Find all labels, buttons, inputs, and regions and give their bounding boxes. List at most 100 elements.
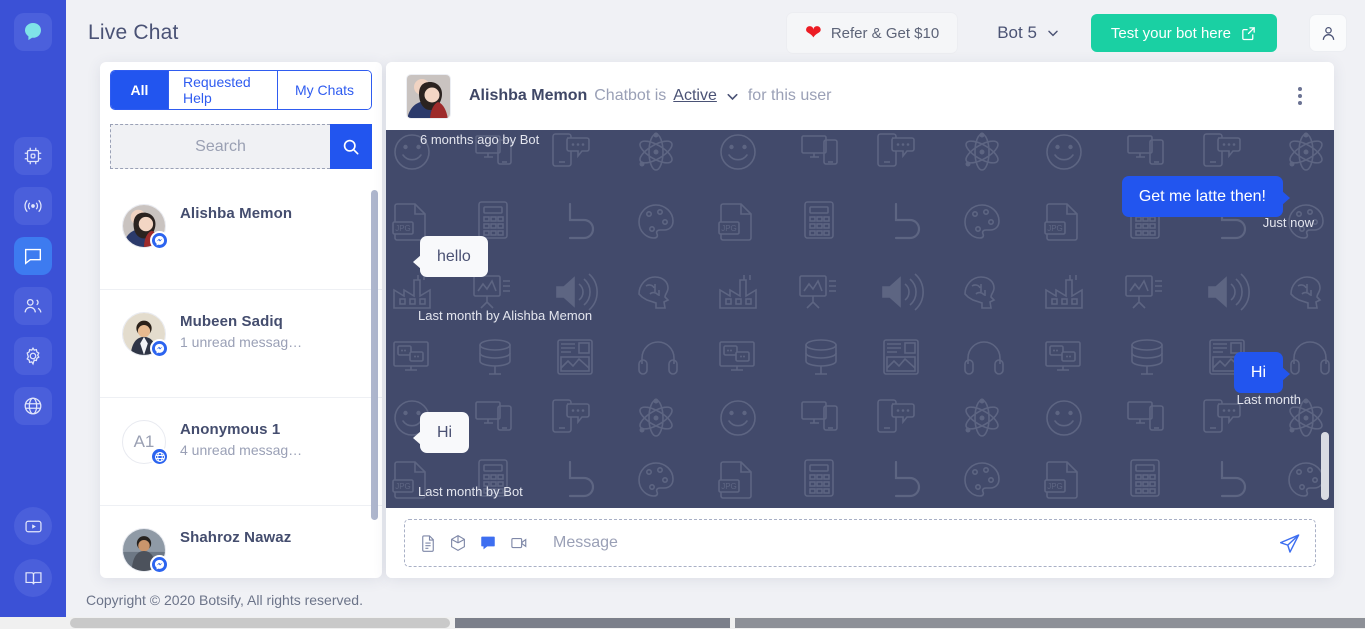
left-nav-rail [0,0,66,617]
video-play-icon [24,520,42,532]
refer-label: Refer & Get $10 [830,24,940,42]
scrollbar-track [735,618,1365,628]
chat-template-glyph [481,536,495,550]
avatar: A1 [122,420,169,466]
messenger-glyph-icon [154,235,165,246]
gear-icon [26,346,40,366]
message-bubble: Hi [1233,352,1291,394]
sidebar-item-broadcast[interactable] [14,187,52,225]
scrollbar-thumb[interactable] [455,618,730,628]
bot-selector-label: Bot 5 [997,23,1037,42]
search-button[interactable] [330,124,372,169]
scrollbar-track-segment [70,618,450,628]
list-item[interactable]: A1 Anonymous 1 4 unread messag… [100,398,382,506]
message-bubble: Get me latte then! [1121,176,1291,218]
avatar [122,528,169,574]
botsify-logo[interactable] [14,13,52,51]
horizontal-scrollbar[interactable] [0,617,1365,629]
conversation-filter-tabs: All Requested Help My Chats [110,70,372,110]
book-icon [24,571,42,584]
account-button[interactable] [1309,14,1347,52]
messenger-icon [150,339,169,358]
chatbot-status-suffix: for this user [747,87,832,104]
app-root: Live Chat ❤ Refer & Get $10 Bot 5 Test y… [0,0,1365,629]
video-camera-icon[interactable] [509,534,529,552]
contact-name: Alishba Memon [180,205,293,222]
list-item[interactable]: Alishba Memon [100,182,382,290]
contact-subtitle: 4 unread messag… [180,442,303,458]
video-camera-glyph [511,537,527,549]
conversation-status-row: Alishba Memon Chatbot is Active for this… [469,87,831,105]
sidebar-item-live-chat[interactable] [14,237,52,275]
messenger-icon [150,231,169,250]
chatbot-status-value[interactable]: Active [673,87,717,105]
sidebar-item-documentation[interactable] [14,559,52,597]
contact-name: Anonymous 1 [180,421,281,438]
page-title: Live Chat [88,21,179,44]
footer: Copyright © 2020 Botsify, All rights res… [66,583,1365,617]
box-3d-icon[interactable] [449,534,467,552]
nav-bottom-items [14,507,52,597]
sidebar-item-ai[interactable] [14,137,52,175]
message-bubble: hello [413,236,488,278]
tab-my-chats[interactable]: My Chats [278,71,371,109]
kebab-menu-icon[interactable] [1286,82,1314,110]
botsify-chat-bubble-logo-icon [25,23,41,41]
sidebar-item-integrations[interactable] [14,387,52,425]
sidebar-item-users[interactable] [14,287,52,325]
cpu-chip-icon [24,147,42,165]
contact-name: Mubeen Sadiq [180,313,283,330]
message-timestamp: Just now [1262,215,1314,230]
top-header-bar: Live Chat ❤ Refer & Get $10 Bot 5 Test y… [66,0,1365,66]
conversation-scroll-area[interactable]: Alishba Memon Mubeen Sadiq 1 unread mess… [100,182,382,578]
users-icon [24,298,42,313]
nav-items [14,137,52,425]
chat-panel: Alishba Memon Chatbot is Active for this… [386,62,1334,578]
message-input[interactable] [553,534,1256,552]
list-item-text: Mubeen Sadiq 1 unread messag… [180,312,302,350]
list-item[interactable]: Shahroz Nawaz [100,506,382,578]
sidebar-item-settings[interactable] [14,337,52,375]
list-item-text: Shahroz Nawaz [180,528,291,550]
tab-all[interactable]: All [111,71,169,109]
message-thread-scrollbar[interactable] [1321,432,1329,500]
avatar [122,204,169,250]
contact-name: Shahroz Nawaz [180,529,292,546]
send-button[interactable] [1278,532,1301,555]
globe-icon [150,447,169,466]
test-your-bot-button[interactable]: Test your bot here [1090,14,1277,52]
sidebar-item-video-tutorials[interactable] [14,507,52,545]
avatar [122,312,169,358]
globe-icon [24,397,42,415]
bot-selector-dropdown[interactable]: Bot 5 [997,23,1061,43]
chevron-down-icon[interactable] [724,88,741,105]
conversation-list-scrollbar[interactable] [371,190,378,520]
test-bot-label: Test your bot here [1110,24,1231,42]
list-item-text: Anonymous 1 4 unread messag… [180,420,302,458]
message-timestamp: 6 months ago by Bot [420,132,540,147]
conversation-avatar [406,73,451,119]
list-item-text: Alishba Memon [180,204,292,226]
search-row [110,124,372,169]
list-item[interactable]: Mubeen Sadiq 1 unread messag… [100,290,382,398]
tab-requested-help[interactable]: Requested Help [169,71,278,109]
search-input[interactable] [110,124,330,169]
external-link-icon [1242,26,1255,40]
messenger-glyph-icon [154,343,165,354]
heart-icon: ❤ [805,22,822,44]
contact-subtitle: 1 unread messag… [180,334,303,350]
header-actions: ❤ Refer & Get $10 Bot 5 Test your bot he… [787,13,1365,53]
conversation-list-panel: All Requested Help My Chats Search Alish… [100,62,382,578]
refer-and-get-button[interactable]: ❤ Refer & Get $10 [787,13,958,53]
chat-template-icon[interactable] [479,534,497,552]
message-timestamp: Last month [1236,392,1301,407]
copyright-text: Copyright © 2020 Botsify, All rights res… [86,592,363,608]
message-thread: JPG 6 months ago by Bot hello Last month… [386,130,1334,508]
chevron-down-icon [1048,30,1058,37]
send-paper-plane-icon [1279,533,1300,553]
chat-bubble-icon [24,248,42,265]
message-timestamp: Last month by Bot [418,484,523,499]
box-3d-glyph [451,535,465,551]
conversation-contact-name: Alishba Memon [469,87,588,104]
file-document-icon[interactable] [419,534,437,552]
